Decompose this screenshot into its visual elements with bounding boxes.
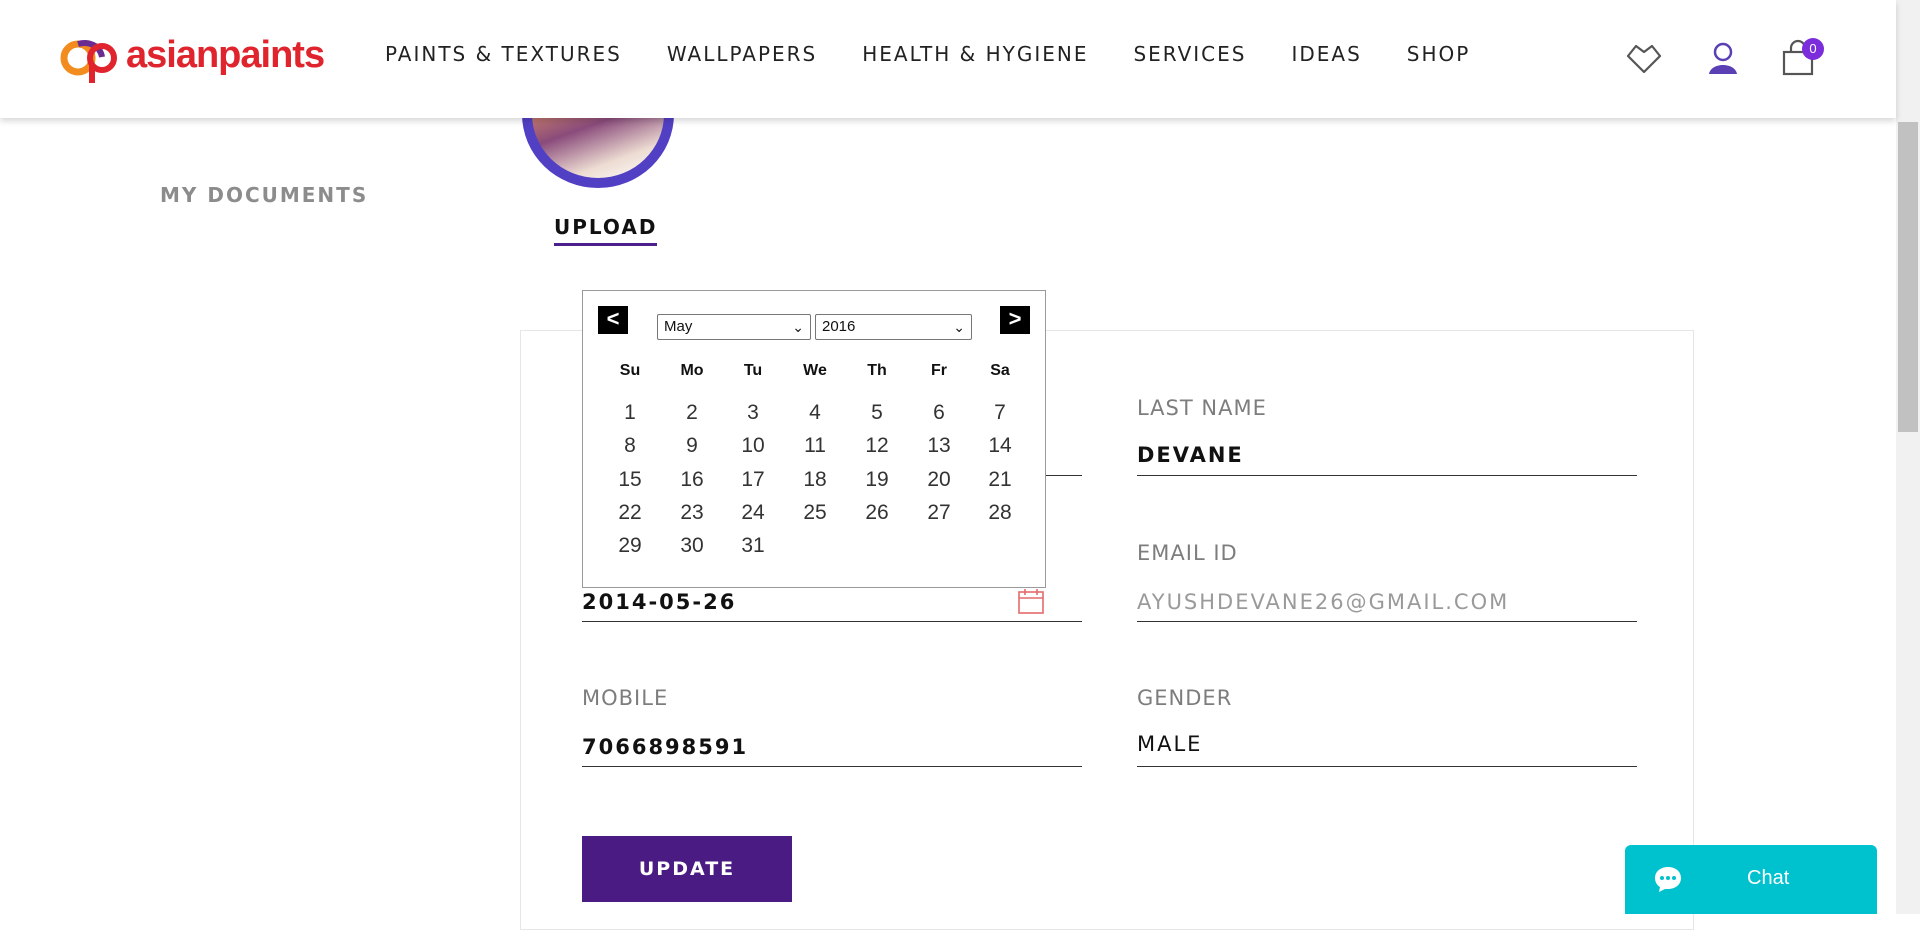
calendar-day[interactable]: 3 — [731, 401, 775, 425]
mobile-label: MOBILE — [582, 686, 669, 710]
calendar-day[interactable]: 31 — [731, 534, 775, 558]
month-select[interactable]: May ⌄ — [657, 314, 811, 340]
mobile-field[interactable]: 7066898591 — [582, 735, 748, 759]
weekday-header: Su — [619, 362, 641, 379]
calendar-day[interactable]: 27 — [917, 501, 961, 525]
calendar-day[interactable]: 25 — [793, 501, 837, 525]
calendar-day[interactable]: 15 — [608, 468, 652, 492]
weekday-header: Fr — [931, 362, 947, 379]
asianpaints-logo[interactable]: asianpaints — [58, 28, 325, 88]
email-label: EMAIL ID — [1137, 541, 1238, 565]
month-select-value: May — [664, 318, 693, 335]
calendar-day[interactable]: 12 — [855, 434, 899, 458]
prev-month-button[interactable]: < — [598, 306, 628, 334]
wishlist-heart-icon[interactable] — [1624, 38, 1664, 78]
gender-underline — [1137, 766, 1637, 767]
nav-item-wallpapers[interactable]: WALLPAPERS — [667, 42, 817, 66]
weekday-header: We — [803, 362, 827, 379]
weekday-header: Sa — [990, 362, 1010, 379]
calendar-day[interactable]: 6 — [917, 401, 961, 425]
calendar-day[interactable]: 30 — [670, 534, 714, 558]
last-name-field[interactable]: DEVANE — [1137, 443, 1244, 467]
weekday-header: Mo — [680, 362, 704, 379]
calendar-day[interactable]: 21 — [978, 468, 1022, 492]
weekday-header: Tu — [743, 362, 763, 379]
calendar-day[interactable]: 18 — [793, 468, 837, 492]
date-picker-popup: < May ⌄ 2016 ⌄ > Su Mo Tu We Th Fr Sa 12… — [582, 290, 1046, 588]
chevron-down-icon: ⌄ — [792, 319, 804, 335]
nav-item-shop[interactable]: SHOP — [1407, 42, 1471, 66]
calendar-icon[interactable] — [1017, 587, 1045, 615]
email-field[interactable]: AYUSHDEVANE26@GMAIL.COM — [1137, 590, 1509, 614]
gender-select[interactable]: MALE — [1137, 732, 1202, 756]
upload-photo-link[interactable]: UPLOAD — [554, 215, 658, 246]
date-of-birth-field[interactable]: 2014-05-26 — [582, 590, 736, 614]
calendar-day[interactable]: 23 — [670, 501, 714, 525]
nav-item-ideas[interactable]: IDEAS — [1291, 42, 1361, 66]
date-of-birth-underline — [582, 621, 1082, 622]
weekday-header: Th — [867, 362, 887, 379]
next-month-button[interactable]: > — [1000, 306, 1030, 334]
calendar-day[interactable]: 1 — [608, 401, 652, 425]
calendar-day[interactable]: 28 — [978, 501, 1022, 525]
email-underline — [1137, 621, 1637, 622]
logo-wordmark: asianpaints — [126, 33, 325, 76]
calendar-day[interactable]: 5 — [855, 401, 899, 425]
calendar-day[interactable]: 13 — [917, 434, 961, 458]
calendar-day[interactable]: 10 — [731, 434, 775, 458]
calendar-day[interactable]: 29 — [608, 534, 652, 558]
last-name-underline — [1137, 475, 1637, 476]
year-select-value: 2016 — [822, 318, 856, 335]
gender-label: GENDER — [1137, 686, 1233, 710]
sidebar-item-my-documents[interactable]: MY DOCUMENTS — [160, 183, 368, 207]
chevron-down-icon: ⌄ — [953, 319, 965, 335]
calendar-day[interactable]: 22 — [608, 501, 652, 525]
calendar-day[interactable]: 9 — [670, 434, 714, 458]
calendar-day[interactable]: 7 — [978, 401, 1022, 425]
calendar-day[interactable]: 26 — [855, 501, 899, 525]
nav-item-services[interactable]: SERVICES — [1133, 42, 1246, 66]
main-nav: PAINTS & TEXTURES WALLPAPERS HEALTH & HY… — [385, 42, 1515, 66]
asianpaints-logo-mark-icon — [60, 40, 117, 83]
chat-button[interactable]: Chat — [1625, 845, 1877, 914]
calendar-day[interactable]: 24 — [731, 501, 775, 525]
calendar-day[interactable]: 8 — [608, 434, 652, 458]
last-name-label: LAST NAME — [1137, 396, 1267, 420]
chat-label: Chat — [1747, 867, 1790, 889]
cart-count-badge: 0 — [1802, 38, 1824, 60]
site-header: asianpaints PAINTS & TEXTURES WALLPAPERS… — [0, 0, 1896, 118]
calendar-day[interactable]: 11 — [793, 434, 837, 458]
calendar-day[interactable]: 20 — [917, 468, 961, 492]
calendar-day[interactable]: 16 — [670, 468, 714, 492]
year-select[interactable]: 2016 ⌄ — [815, 314, 972, 340]
page-scrollbar-thumb[interactable] — [1898, 122, 1918, 432]
chat-bubble-icon — [1655, 867, 1681, 892]
mobile-underline — [582, 766, 1082, 767]
update-button[interactable]: UPDATE — [582, 836, 792, 902]
nav-item-health-hygiene[interactable]: HEALTH & HYGIENE — [862, 42, 1088, 66]
calendar-day[interactable]: 4 — [793, 401, 837, 425]
nav-item-paints-textures[interactable]: PAINTS & TEXTURES — [385, 42, 622, 66]
user-account-icon[interactable] — [1703, 38, 1743, 78]
calendar-day[interactable]: 14 — [978, 434, 1022, 458]
calendar-day[interactable]: 2 — [670, 401, 714, 425]
calendar-day[interactable]: 19 — [855, 468, 899, 492]
calendar-day[interactable]: 17 — [731, 468, 775, 492]
